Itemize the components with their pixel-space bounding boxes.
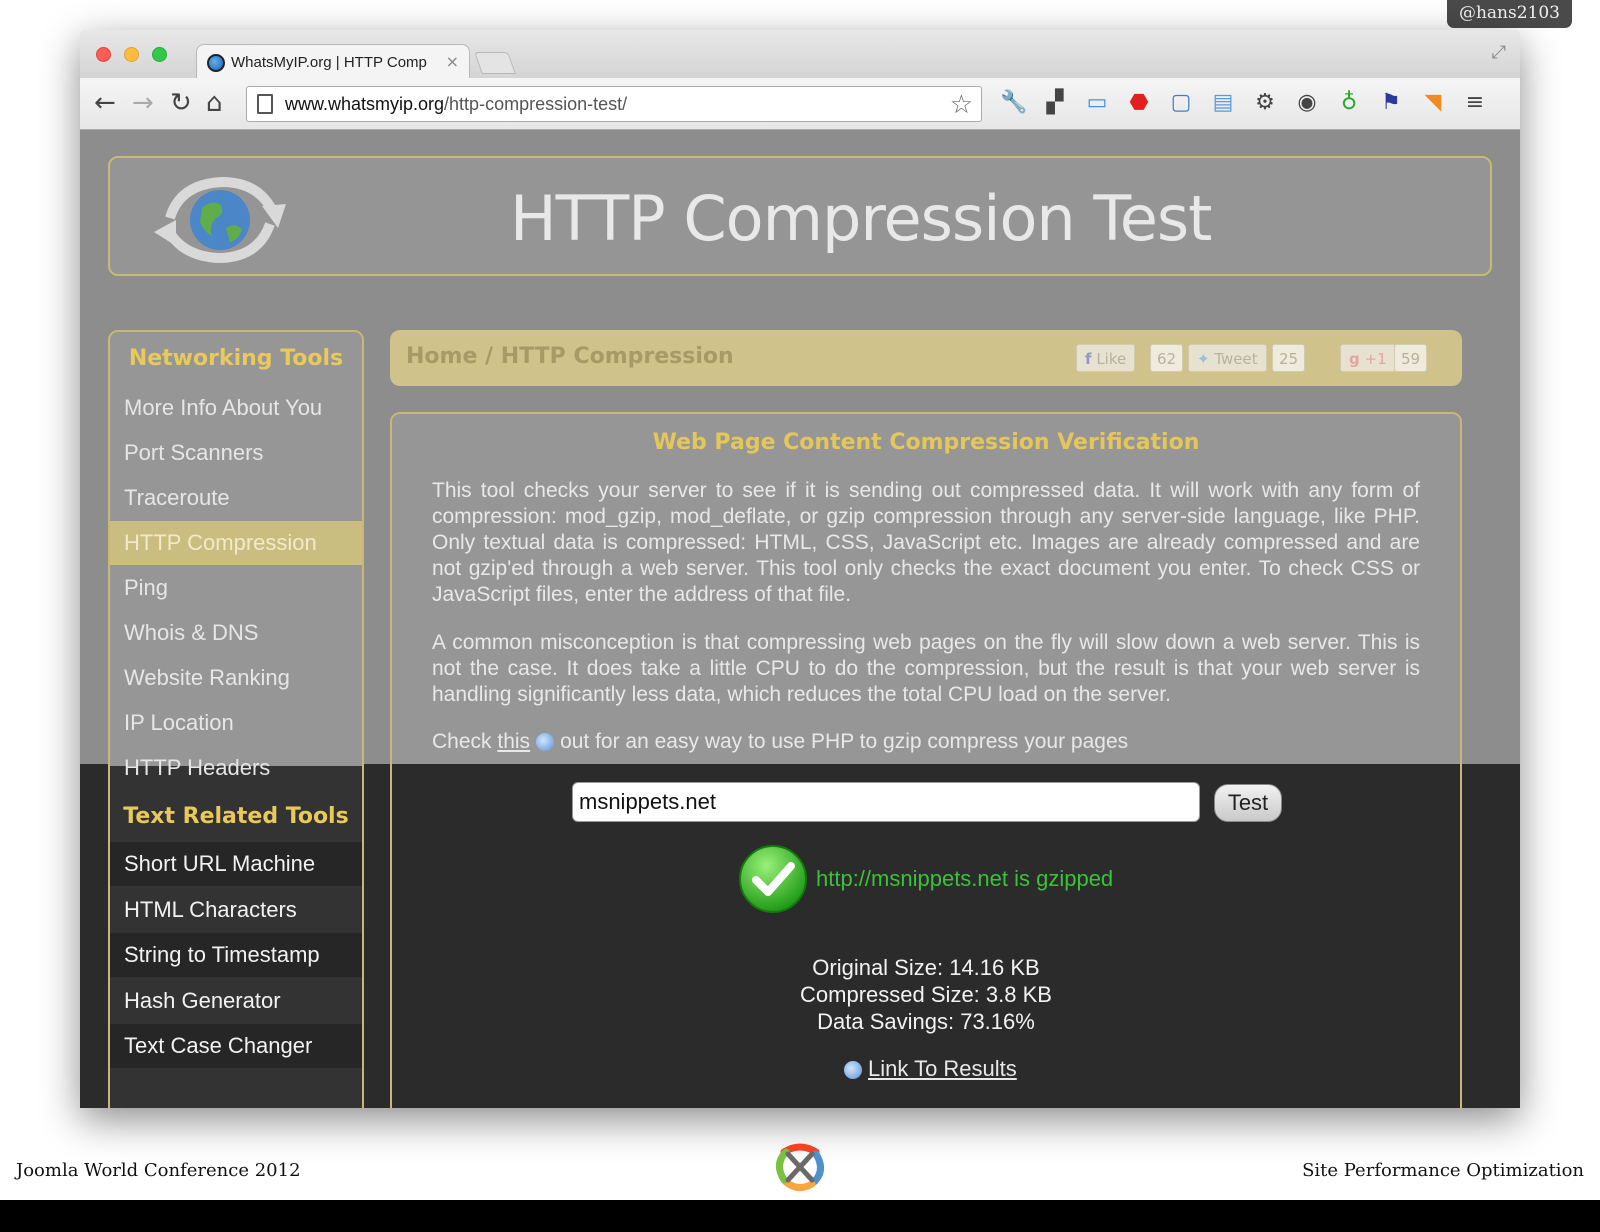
original-size: Original Size: 14.16 KB [812, 955, 1040, 980]
fullscreen-expand-icon[interactable]: ⤢ [1492, 42, 1506, 63]
url-text[interactable]: www.whatsmyip.org/http-compression-test/ [285, 94, 627, 115]
intro-paragraph: This tool checks your server to see if i… [432, 479, 1420, 606]
close-window-button[interactable] [96, 47, 111, 62]
page-content: HTTP Compression Test Networking Tools M… [80, 130, 1520, 1108]
page-viewport: HTTP Compression Test Networking Tools M… [80, 130, 1520, 1108]
sidebar-item-text-case[interactable]: Text Case Changer [110, 1024, 362, 1068]
tweet-button[interactable]: ✦ Tweet [1188, 344, 1267, 372]
site-header: HTTP Compression Test [108, 156, 1492, 276]
data-savings: Data Savings: 73.16% [817, 1009, 1035, 1034]
this-link[interactable]: this [497, 730, 530, 753]
screenshot-icon[interactable]: ▢ [1168, 90, 1194, 116]
globe-favicon-icon [207, 54, 225, 72]
browser-toolbar: ← → ↻ ⌂ www.whatsmyip.org/http-compressi… [80, 78, 1520, 130]
compressed-size: Compressed Size: 3.8 KB [800, 982, 1052, 1007]
link-to-results[interactable]: Link To Results [838, 1056, 1017, 1082]
window-icon[interactable]: ▤ [1210, 90, 1236, 116]
sidebar-item-more-info[interactable]: More Info About You [110, 386, 362, 430]
sidebar-item-whois-dns[interactable]: Whois & DNS [110, 611, 362, 655]
zoom-window-button[interactable] [152, 47, 167, 62]
tab-close-icon[interactable]: × [446, 52, 459, 71]
url-path: /http-compression-test/ [444, 94, 628, 114]
content-heading: Web Page Content Compression Verificatio… [652, 430, 1200, 455]
sidebar-item-website-ranking[interactable]: Website Ranking [110, 656, 362, 700]
sidebar-item-hash-generator[interactable]: Hash Generator [110, 979, 362, 1023]
test-button[interactable]: Test [1214, 784, 1282, 822]
checkmark-success-icon [739, 845, 807, 913]
bookmark-star-icon[interactable]: ☆ [950, 90, 973, 120]
home-icon[interactable]: ⌂ [206, 88, 223, 118]
sidebar-item-ip-location[interactable]: IP Location [110, 701, 362, 745]
adblock-icon[interactable]: ⬣ [1126, 90, 1152, 116]
sidebar-item-string-timestamp[interactable]: String to Timestamp [110, 933, 362, 977]
facebook-like-button[interactable]: f Like [1076, 344, 1136, 372]
breadcrumb: Home / HTTP Compression f Like 62 ✦ Twee… [390, 330, 1462, 386]
like-count: 62 [1150, 344, 1184, 372]
tab-whatsmyip[interactable]: WhatsMyIP.org | HTTP Comp × [196, 44, 470, 80]
globe-link-icon [844, 1061, 862, 1079]
timer-icon[interactable]: ♁ [1336, 90, 1362, 116]
networking-tools-heading: Networking Tools [128, 346, 344, 371]
rss-icon[interactable]: ◥ [1420, 90, 1446, 116]
new-tab-button[interactable] [473, 52, 517, 74]
sidebar-item-http-headers[interactable]: HTTP Headers [110, 746, 362, 790]
breadcrumb-text[interactable]: Home / HTTP Compression [406, 344, 734, 369]
browser-window: WhatsMyIP.org | HTTP Comp × ⤢ ← → ↻ ⌂ ww… [80, 30, 1520, 1108]
sidebar-item-port-scanners[interactable]: Port Scanners [110, 431, 362, 475]
text-related-tools-heading: Text Related Tools [123, 804, 349, 829]
sidebar-item-html-characters[interactable]: HTML Characters [110, 888, 362, 932]
tweet-count: 25 [1272, 344, 1306, 372]
like-label: Like [1096, 350, 1127, 368]
back-arrow-icon[interactable]: ← [94, 88, 116, 118]
tweet-label: Tweet [1214, 350, 1258, 368]
misconception-paragraph: A common misconception is that compressi… [432, 631, 1420, 706]
sidebar-item-ping[interactable]: Ping [110, 566, 362, 610]
page-icon [257, 94, 273, 114]
wrench-icon[interactable]: 🔧 [1000, 90, 1027, 116]
plus-one-label: +1 [1364, 350, 1387, 368]
sidebar: Networking Tools More Info About You Por… [108, 330, 364, 1108]
color-icon[interactable]: ◉ [1294, 90, 1320, 116]
plus-one-count: 59 [1394, 344, 1428, 372]
reload-icon[interactable]: ↻ [170, 88, 192, 118]
twitter-handle-badge: @hans2103 [1446, 0, 1572, 28]
tab-title: WhatsMyIP.org | HTTP Comp [231, 54, 427, 71]
url-host: www.whatsmyip.org [285, 94, 445, 114]
sidebar-item-traceroute[interactable]: Traceroute [110, 476, 362, 520]
bottom-bar [0, 1200, 1600, 1232]
globe-link-icon [536, 733, 555, 751]
main-content: Web Page Content Compression Verificatio… [390, 412, 1462, 1108]
footer-talk-title: Site Performance Optimization [1302, 1160, 1584, 1181]
flag-icon[interactable]: ⚑ [1378, 90, 1404, 116]
gear-icon[interactable]: ⚙ [1252, 90, 1278, 116]
title-bar: WhatsMyIP.org | HTTP Comp × ⤢ [80, 30, 1520, 80]
google-plus-one-button[interactable]: g +1 [1340, 344, 1396, 372]
cast-icon[interactable]: ▭ [1084, 90, 1110, 116]
extension-icons: 🔧 ▞ ▭ ⬣ ▢ ▤ ⚙ ◉ ♁ ⚑ ◥ ≡ [1000, 90, 1488, 116]
url-test-input[interactable]: msnippets.net [572, 782, 1200, 822]
footer-conference: Joomla World Conference 2012 [16, 1160, 301, 1181]
menu-icon[interactable]: ≡ [1462, 90, 1488, 116]
sidebar-item-http-compression[interactable]: HTTP Compression [110, 521, 362, 565]
joomla-logo-icon [776, 1143, 824, 1191]
sidebar-item-short-url[interactable]: Short URL Machine [110, 842, 362, 886]
qr-icon[interactable]: ▞ [1042, 90, 1068, 116]
forward-arrow-icon[interactable]: → [132, 88, 154, 118]
page-title: HTTP Compression Test [510, 182, 1212, 255]
gzip-result-text: http://msnippets.net is gzipped [816, 866, 1114, 891]
address-bar[interactable]: www.whatsmyip.org/http-compression-test/… [246, 86, 982, 122]
compression-stats: Original Size: 14.16 KB Compressed Size:… [392, 954, 1460, 1035]
php-gzip-tip: Check this out for an easy way to use PHP… [432, 730, 1129, 753]
slide: @hans2103 WhatsMyIP.org | HTTP Comp × ⤢ … [0, 0, 1600, 1232]
minimize-window-button[interactable] [124, 47, 139, 62]
globe-arrows-logo [154, 176, 286, 264]
